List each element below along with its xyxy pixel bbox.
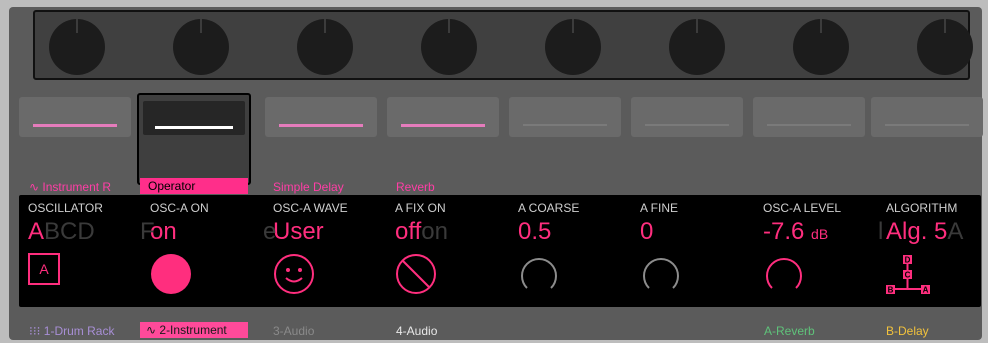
parameter-display: OSCILLATOR ABCD A OSC-A ON Fon OSC-A WAV… (19, 195, 981, 307)
oscillator-a-icon[interactable]: A (28, 253, 60, 285)
param-oscillator: OSCILLATOR ABCD A (28, 195, 148, 307)
param-algorithm: ALGORITHM l Alg. 5A D C B A (878, 195, 988, 307)
chain-icon: ∿ (29, 180, 43, 194)
param-label: OSC-A LEVEL (763, 201, 842, 215)
track-instrument-selected[interactable]: ∿ 2-Instrument (140, 322, 248, 338)
select-button-7[interactable] (753, 97, 865, 137)
device-chain-label-3[interactable]: Simple Delay (273, 180, 344, 194)
operator-b-label: B (888, 286, 894, 295)
param-label: A COARSE (518, 201, 580, 215)
param-a-fix-on: A FIX ON offon (395, 195, 515, 307)
param-value: e User (263, 218, 324, 245)
select-button-2[interactable] (137, 93, 251, 185)
param-label: ALGORITHM (886, 201, 958, 215)
coarse-dial-icon[interactable] (518, 253, 560, 300)
param-value: offon (395, 218, 448, 245)
encoder-knob-8[interactable] (917, 19, 973, 75)
param-value: l Alg. 5A (878, 218, 964, 245)
param-label: A FIX ON (395, 201, 446, 215)
track-audio-3[interactable]: 3-Audio (273, 324, 314, 338)
param-value: 0.5 (518, 218, 552, 245)
param-a-coarse: A COARSE 0.5 (518, 195, 638, 307)
param-osc-a-level: OSC-A LEVEL -7.6 dB (763, 195, 883, 307)
param-value: -7.6 dB (763, 218, 829, 245)
return-track-a[interactable]: A-Reverb (764, 324, 815, 338)
encoder-knob-2[interactable] (173, 19, 229, 75)
encoder-knob-3[interactable] (297, 19, 353, 75)
param-label: OSCILLATOR (28, 201, 103, 215)
encoder-knob-7[interactable] (793, 19, 849, 75)
param-osc-a-wave: OSC-A WAVE e User (263, 195, 393, 307)
grid-icon: ⁝⁝⁝ (29, 324, 44, 338)
return-track-b[interactable]: B-Delay (886, 324, 929, 338)
encoder-knob-6[interactable] (669, 19, 725, 75)
no-symbol-icon[interactable] (395, 253, 437, 300)
encoder-knob-4[interactable] (421, 19, 477, 75)
param-a-fine: A FINE 0 (640, 195, 760, 307)
track-audio-4[interactable]: 4-Audio (396, 324, 437, 338)
select-button-5[interactable] (509, 97, 621, 137)
param-value: ABCD (28, 218, 95, 245)
fine-dial-icon[interactable] (640, 253, 682, 300)
device-chain-label-1[interactable]: ∿ Instrument R (29, 180, 111, 194)
param-value: 0 (640, 218, 654, 245)
param-label: OSC-A WAVE (273, 201, 348, 215)
operator-d-label: D (905, 256, 911, 265)
select-button-1[interactable] (19, 97, 131, 137)
param-label: OSC-A ON (150, 201, 209, 215)
track-drum-rack[interactable]: ⁝⁝⁝ 1-Drum Rack (29, 324, 114, 338)
operator-c-label: C (905, 271, 911, 280)
encoder-knob-1[interactable] (49, 19, 105, 75)
toggle-on-icon[interactable] (150, 253, 192, 300)
encoder-knob-5[interactable] (545, 19, 601, 75)
param-osc-a-on: OSC-A ON Fon (140, 195, 270, 307)
param-value: Fon (140, 218, 177, 245)
device-chain-label-4[interactable]: Reverb (396, 180, 435, 194)
device-chain-label-2[interactable]: Operator (140, 178, 248, 194)
operator-a-label: A (923, 286, 929, 295)
param-label: A FINE (640, 201, 679, 215)
select-button-4[interactable] (387, 97, 499, 137)
selection-buttons (19, 93, 983, 185)
encoder-strip (33, 10, 973, 80)
select-button-6[interactable] (631, 97, 743, 137)
chain-icon: ∿ (146, 323, 160, 337)
select-button-3[interactable] (265, 97, 377, 137)
algorithm-diagram-icon[interactable]: D C B A (886, 253, 936, 304)
select-button-8[interactable] (871, 97, 983, 137)
level-dial-icon[interactable] (763, 253, 805, 300)
smiley-user-wave-icon[interactable] (273, 253, 315, 300)
